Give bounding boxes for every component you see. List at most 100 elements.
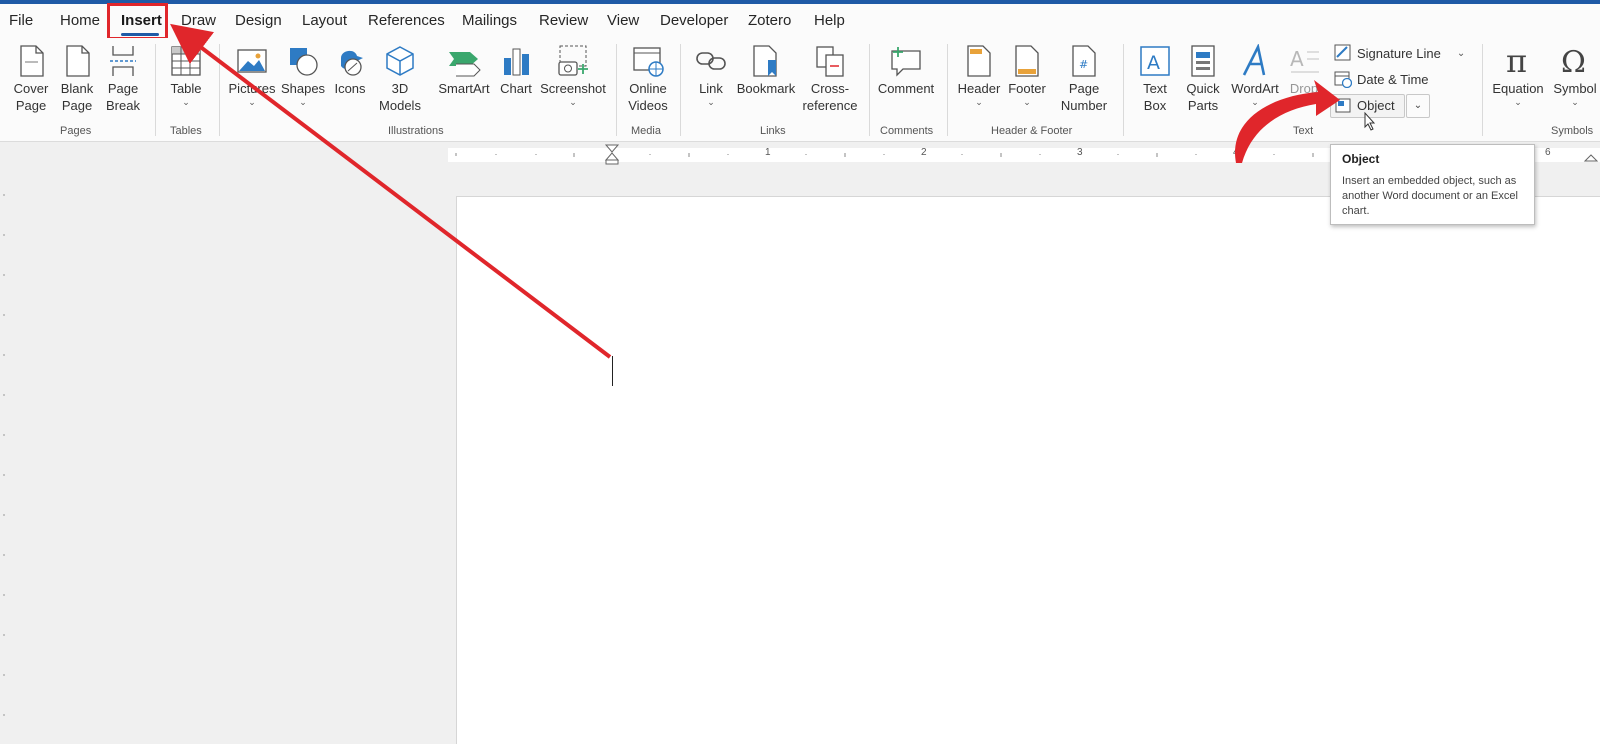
footer-button[interactable]: Footer ⌄ [1004,44,1050,107]
tab-home[interactable]: Home [60,12,100,29]
pictures-button[interactable]: Pictures ⌄ [227,44,277,107]
icons-button[interactable]: Icons [330,44,370,97]
group-separator [1123,44,1124,136]
blank-page-button[interactable]: Blank Page [57,44,97,114]
bookmark-button[interactable]: Bookmark [736,44,796,97]
group-separator [869,44,870,136]
smartart-label: SmartArt [438,81,490,96]
chevron-down-icon: ⌄ [707,97,715,107]
table-icon [171,46,201,76]
link-icon [696,52,726,70]
ruler-number: 1 [765,147,771,158]
tab-file[interactable]: File [9,12,33,29]
document-page[interactable] [456,196,1600,744]
symbol-button[interactable]: Ω Symbol ⌄ [1550,42,1600,107]
online-videos-label: Online Videos [628,81,668,113]
group-separator [219,44,220,136]
ruler-number: 6 [1545,147,1551,158]
object-icon [1335,98,1351,113]
screenshot-button[interactable]: Screenshot ⌄ [540,44,606,107]
group-label-media: Media [631,125,661,137]
signature-line-button[interactable]: Signature Line ⌄ [1334,44,1465,62]
chevron-down-icon: ⌄ [182,97,190,107]
date-time-label: Date & Time [1357,71,1429,87]
chevron-down-icon: ⌄ [248,97,256,107]
tab-developer[interactable]: Developer [660,12,728,29]
group-separator [1482,44,1483,136]
tab-draw[interactable]: Draw [181,12,216,29]
symbol-label: Symbol [1553,81,1597,96]
group-separator [616,44,617,136]
word-window: File Home Insert Draw Design Layout Refe… [0,0,1600,744]
chevron-down-icon: ⌄ [975,97,983,107]
quick-parts-button[interactable]: Quick Parts [1180,44,1226,114]
date-time-button[interactable]: Date & Time [1334,70,1429,88]
ruler-number: 4 [1233,147,1239,158]
header-button[interactable]: Header ⌄ [956,44,1002,107]
page-number-icon: # [1072,45,1096,77]
header-label: Header [957,81,1001,96]
tab-layout[interactable]: Layout [302,12,347,29]
comment-label: Comment [877,81,935,96]
cover-page-button[interactable]: Cover Page [10,44,52,114]
chevron-down-icon: ⌄ [299,97,307,107]
tab-references[interactable]: References [368,12,445,29]
smartart-icon [449,52,481,77]
vertical-ruler-ticks [3,194,5,716]
table-label: Table [170,81,202,96]
icons-label: Icons [334,81,366,96]
quick-parts-label: Quick Parts [1186,81,1220,113]
header-icon [967,45,991,77]
ruler-number: 2 [921,147,927,158]
svg-text:A: A [1290,47,1304,71]
chart-label: Chart [500,81,532,96]
page-number-button[interactable]: # Page Number [1054,44,1114,114]
bookmark-label: Bookmark [736,81,796,96]
link-button[interactable]: Link ⌄ [691,44,731,107]
signature-line-icon [1334,44,1351,61]
tab-mailings[interactable]: Mailings [462,12,517,29]
online-videos-button[interactable]: Online Videos [624,44,672,114]
tab-help[interactable]: Help [814,12,845,29]
chevron-down-icon: ⌄ [1514,97,1522,107]
chevron-down-icon: ⌄ [1571,97,1579,107]
cross-reference-label: Cross- reference [802,81,858,113]
bookmark-icon [753,45,777,77]
tab-view[interactable]: View [607,12,639,29]
wordart-button[interactable]: WordArt ⌄ [1228,44,1282,107]
3d-models-label: 3D Models [379,81,421,113]
pi-icon: π [1506,42,1527,78]
vertical-ruler[interactable] [0,165,12,744]
page-break-icon [110,46,136,76]
object-dropdown-button[interactable]: ⌄ [1406,94,1430,118]
pictures-icon [237,49,267,73]
tab-design[interactable]: Design [235,12,282,29]
svg-text:π: π [1506,42,1527,78]
group-label-header-footer: Header & Footer [991,125,1073,137]
3d-models-button[interactable]: 3D Models [375,44,425,114]
cross-reference-button[interactable]: Cross- reference [801,44,859,114]
tab-zotero[interactable]: Zotero [748,12,791,29]
object-label: Object [1357,98,1395,113]
group-label-symbols: Symbols [1551,125,1594,137]
text-box-button[interactable]: A Text Box [1132,44,1178,114]
signature-line-label: Signature Line [1357,45,1441,61]
drop-cap-button[interactable]: A Drop [1284,44,1324,97]
tab-review[interactable]: Review [539,12,588,29]
chevron-down-icon: ⌄ [569,97,577,107]
cube-icon [386,46,414,76]
page-break-label: Page Break [106,81,140,113]
shapes-button[interactable]: Shapes ⌄ [279,44,327,107]
equation-button[interactable]: π Equation ⌄ [1488,42,1548,107]
table-button[interactable]: Table ⌄ [166,44,206,107]
page-break-button[interactable]: Page Break [103,44,143,114]
svg-text:A: A [1147,52,1160,74]
smartart-button[interactable]: SmartArt [436,44,492,97]
shapes-icon [290,48,318,76]
object-tooltip: Object Insert an embedded object, such a… [1330,144,1535,225]
drop-cap-label: Drop [1289,81,1319,96]
chart-button[interactable]: Chart [496,44,536,97]
cover-page-icon [20,45,44,77]
comment-button[interactable]: Comment [875,44,937,97]
object-button-content[interactable]: Object [1335,97,1395,114]
